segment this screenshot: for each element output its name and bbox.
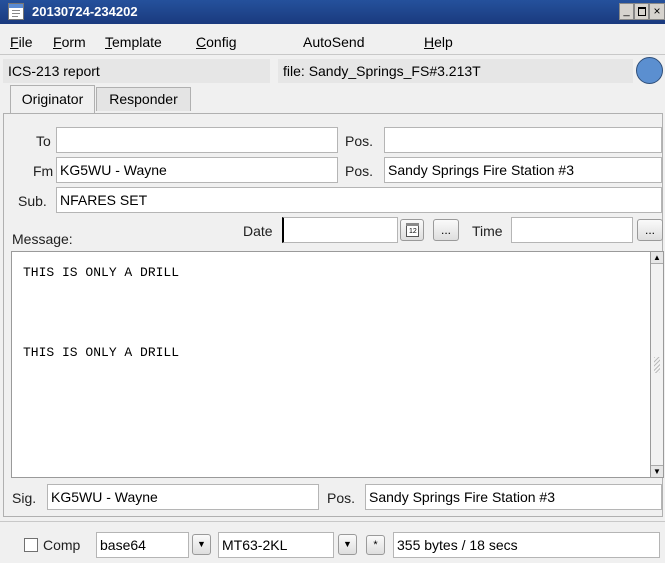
menu-help[interactable]: Help (424, 34, 453, 50)
status-size-field: 355 bytes / 18 secs (393, 532, 660, 558)
scroll-up-arrow-icon[interactable]: ▲ (651, 252, 663, 264)
menu-config[interactable]: Config (196, 34, 236, 50)
time-field[interactable] (511, 217, 633, 243)
encoding-select[interactable]: base64 (96, 532, 189, 558)
to-pos-label: Pos. (345, 133, 374, 149)
fm-field[interactable]: KG5WU - Wayne (56, 157, 338, 183)
date-label: Date (243, 223, 273, 239)
app-icon (8, 3, 24, 20)
message-textarea[interactable]: THIS IS ONLY A DRILL THIS IS ONLY A DRIL… (11, 251, 651, 478)
comp-label: Comp (43, 537, 81, 553)
message-label: Message: (12, 231, 73, 247)
sig-pos-field[interactable]: Sandy Springs Fire Station #3 (365, 484, 662, 510)
sig-label: Sig. (12, 490, 37, 506)
to-field[interactable] (56, 127, 338, 153)
file-info: file: Sandy_Springs_FS#3.213T (278, 59, 633, 83)
tab-responder[interactable]: Responder (96, 87, 191, 111)
fm-pos-field[interactable]: Sandy Springs Fire Station #3 (384, 157, 662, 183)
date-picker-button[interactable]: ... (433, 219, 459, 241)
fm-label: Fm (33, 163, 54, 179)
menu-divider (0, 54, 665, 55)
star-button[interactable]: * (366, 535, 385, 555)
message-scrollbar[interactable]: ▲ ▼ (651, 251, 664, 478)
time-picker-button[interactable]: ... (637, 219, 663, 241)
to-label: To (36, 133, 51, 149)
scroll-grip-icon (654, 357, 660, 373)
calendar-icon[interactable]: 12 (400, 219, 424, 241)
subject-field[interactable]: NFARES SET (56, 187, 662, 213)
title-bar: 20130724-234202 _ × (0, 0, 665, 24)
scroll-down-arrow-icon[interactable]: ▼ (651, 465, 663, 477)
message-line: THIS IS ONLY A DRILL (23, 345, 180, 360)
menu-template[interactable]: Template (105, 34, 162, 50)
report-type: ICS-213 report (3, 59, 270, 83)
fm-pos-label: Pos. (345, 163, 374, 179)
mode-select[interactable]: MT63-2KL (218, 532, 334, 558)
footer-divider (0, 521, 665, 522)
minimize-button[interactable]: _ (619, 3, 634, 20)
sig-pos-label: Pos. (327, 490, 356, 506)
menu-file[interactable]: File (10, 34, 33, 50)
window-title: 20130724-234202 (32, 4, 138, 19)
date-field[interactable] (282, 217, 398, 243)
menu-bar: File Form Template Config AutoSend Help (0, 32, 665, 54)
status-indicator-circle (636, 57, 663, 84)
time-label: Time (472, 223, 503, 239)
signature-field[interactable]: KG5WU - Wayne (47, 484, 319, 510)
maximize-button[interactable] (634, 3, 649, 20)
message-line: THIS IS ONLY A DRILL (23, 265, 180, 280)
encoding-dropdown-arrow-icon[interactable]: ▼ (192, 534, 211, 555)
sub-label: Sub. (18, 193, 47, 209)
mode-dropdown-arrow-icon[interactable]: ▼ (338, 534, 357, 555)
comp-checkbox[interactable] (24, 538, 38, 552)
to-pos-field[interactable] (384, 127, 662, 153)
tab-originator[interactable]: Originator (10, 85, 95, 113)
menu-autosend[interactable]: AutoSend (303, 34, 365, 50)
menu-form[interactable]: Form (53, 34, 86, 50)
close-button[interactable]: × (649, 3, 665, 20)
